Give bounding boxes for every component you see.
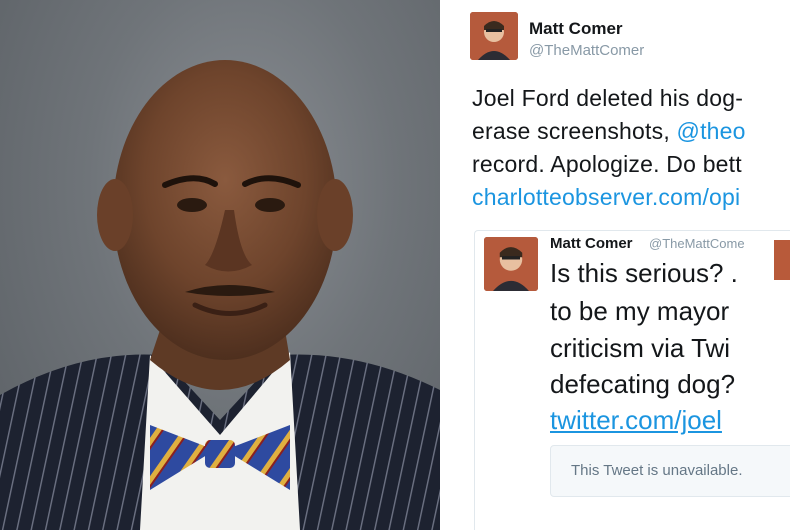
avatar-portrait-icon — [484, 237, 538, 291]
unavailable-tweet-text: This Tweet is unavailable. — [571, 462, 743, 479]
embedded-avatar-fragment — [774, 240, 790, 280]
tweet-text-line-2: erase screenshots, @theo — [472, 118, 746, 145]
avatar-portrait-icon — [470, 12, 518, 60]
quoted-author-avatar[interactable] — [484, 237, 538, 291]
article-link[interactable]: charlotteobserver.com/opi — [472, 184, 740, 211]
unavailable-tweet-box: This Tweet is unavailable. — [550, 445, 790, 497]
author-name[interactable]: Matt Comer — [529, 19, 623, 39]
quoted-text-line-2: to be my mayor — [550, 296, 730, 326]
author-handle[interactable]: @TheMattComer — [529, 42, 644, 59]
quoted-author-name[interactable]: Matt Comer — [550, 235, 633, 252]
image-divider — [440, 0, 452, 530]
quoted-link[interactable]: twitter.com/joel — [550, 405, 722, 436]
portrait-photo — [0, 0, 440, 530]
quoted-author-handle[interactable]: @TheMattCome — [649, 236, 745, 251]
tweet-text-line-1: Joel Ford deleted his dog- — [472, 85, 744, 111]
quoted-text-line-3: criticism via Twi — [550, 333, 731, 363]
quoted-text-line-1: Is this serious? . — [550, 258, 738, 288]
mention-link[interactable]: @theo — [677, 118, 746, 144]
tweet-text-fragment: erase screenshots, — [472, 118, 677, 144]
tweet-text-line-3: record. Apologize. Do bett — [472, 151, 742, 177]
author-avatar[interactable] — [470, 12, 518, 60]
tweet-screenshot: Matt Comer @TheMattComer Joel Ford delet… — [452, 0, 790, 530]
quoted-text-line-4: defecating dog? — [550, 369, 736, 399]
portrait-illustration — [0, 60, 440, 530]
